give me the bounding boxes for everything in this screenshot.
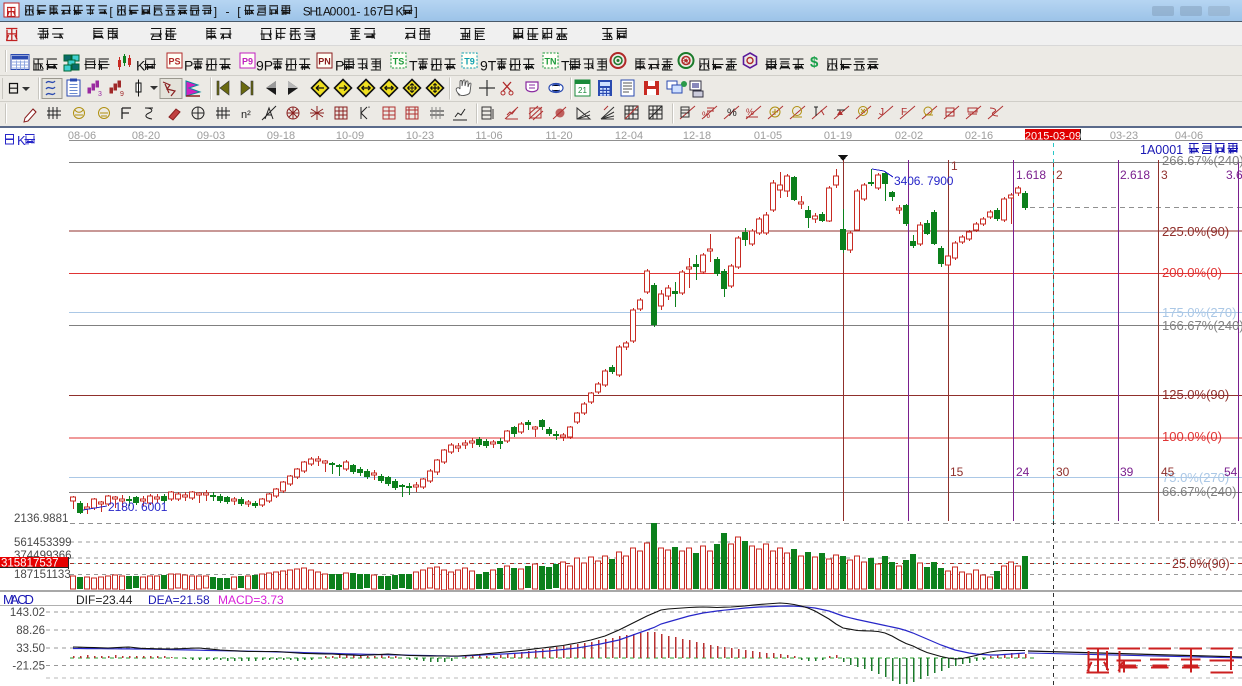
- svg-text:3: 3: [98, 91, 102, 98]
- svg-text:T: T: [488, 58, 497, 74]
- svg-text:25.0%(90): 25.0%(90): [1172, 557, 1230, 571]
- svg-text:1: 1: [161, 500, 168, 514]
- svg-text:66.67%(240): 66.67%(240): [1162, 484, 1236, 499]
- svg-text:2136.9881: 2136.9881: [14, 513, 68, 525]
- svg-text:D: D: [25, 592, 34, 607]
- svg-text:166.67%(240): 166.67%(240): [1162, 318, 1242, 333]
- svg-text:P: P: [335, 58, 344, 74]
- svg-text:125.0%(90): 125.0%(90): [1162, 387, 1229, 402]
- svg-text:Big: Big: [682, 59, 691, 65]
- svg-text:T: T: [409, 58, 418, 74]
- svg-text:.: .: [920, 174, 923, 188]
- svg-text:": ": [368, 107, 370, 113]
- svg-text:3: 3: [1161, 168, 1168, 182]
- svg-text:n²: n²: [241, 109, 251, 121]
- svg-text:TS: TS: [393, 57, 405, 67]
- svg-text:2: 2: [1056, 168, 1063, 182]
- svg-text:-: -: [226, 5, 230, 19]
- svg-text:]: ]: [214, 5, 217, 19]
- svg-text:7: 7: [377, 5, 384, 19]
- svg-text:561453399: 561453399: [14, 537, 72, 549]
- svg-text:J: J: [879, 107, 884, 118]
- svg-text:P: P: [264, 58, 273, 74]
- svg-text:2.618: 2.618: [1120, 168, 1150, 182]
- svg-text:88.26: 88.26: [16, 625, 45, 637]
- svg-text:1: 1: [951, 159, 958, 173]
- svg-text:K: K: [17, 133, 26, 148]
- svg-text:45: 45: [1161, 465, 1175, 479]
- svg-text:1A0001: 1A0001: [1140, 143, 1183, 157]
- svg-text:[: [: [237, 5, 241, 19]
- svg-text:24: 24: [1016, 465, 1030, 479]
- svg-text:30: 30: [1056, 465, 1070, 479]
- svg-text:F: F: [901, 107, 907, 118]
- svg-text:$: $: [810, 54, 819, 71]
- svg-text:TN: TN: [545, 57, 557, 67]
- svg-text:1.618: 1.618: [1016, 168, 1046, 182]
- svg-text:33.50: 33.50: [16, 643, 45, 655]
- svg-text:315817537: 315817537: [1, 558, 59, 570]
- svg-text:MACD=3.73: MACD=3.73: [218, 593, 284, 607]
- svg-text:21: 21: [578, 86, 587, 95]
- svg-text:200.0%(0): 200.0%(0): [1162, 265, 1222, 280]
- svg-text:187151133: 187151133: [14, 569, 71, 581]
- svg-text:]: ]: [414, 5, 417, 19]
- svg-text:T9: T9: [464, 57, 475, 67]
- svg-text:T: T: [561, 58, 570, 74]
- svg-text:0: 0: [947, 174, 954, 188]
- svg-text:54: 54: [1224, 465, 1238, 479]
- svg-text:.: .: [134, 500, 137, 514]
- svg-text:P: P: [184, 58, 193, 74]
- svg-text:PS: PS: [168, 57, 180, 67]
- svg-text:K: K: [136, 58, 146, 74]
- svg-text:DEA=21.58: DEA=21.58: [148, 593, 210, 607]
- svg-text:DIF=23.44: DIF=23.44: [76, 593, 133, 607]
- svg-text:-21.25: -21.25: [12, 661, 45, 673]
- svg-text:3.6: 3.6: [1226, 168, 1242, 182]
- svg-text:%: %: [702, 110, 710, 120]
- svg-text:%: %: [727, 107, 737, 119]
- svg-text:225.0%(90): 225.0%(90): [1162, 224, 1229, 239]
- svg-text:-: -: [357, 5, 361, 19]
- svg-text:100.0%(0): 100.0%(0): [1162, 429, 1222, 444]
- svg-text:P9: P9: [242, 57, 253, 67]
- svg-text:PN: PN: [318, 57, 331, 67]
- svg-text:143.02: 143.02: [10, 607, 45, 619]
- svg-text:39: 39: [1120, 465, 1134, 479]
- svg-text:15: 15: [950, 465, 964, 479]
- svg-text:%: %: [746, 107, 754, 117]
- svg-text:K: K: [396, 5, 404, 19]
- svg-text:9: 9: [120, 91, 124, 98]
- svg-text:[: [: [109, 5, 113, 19]
